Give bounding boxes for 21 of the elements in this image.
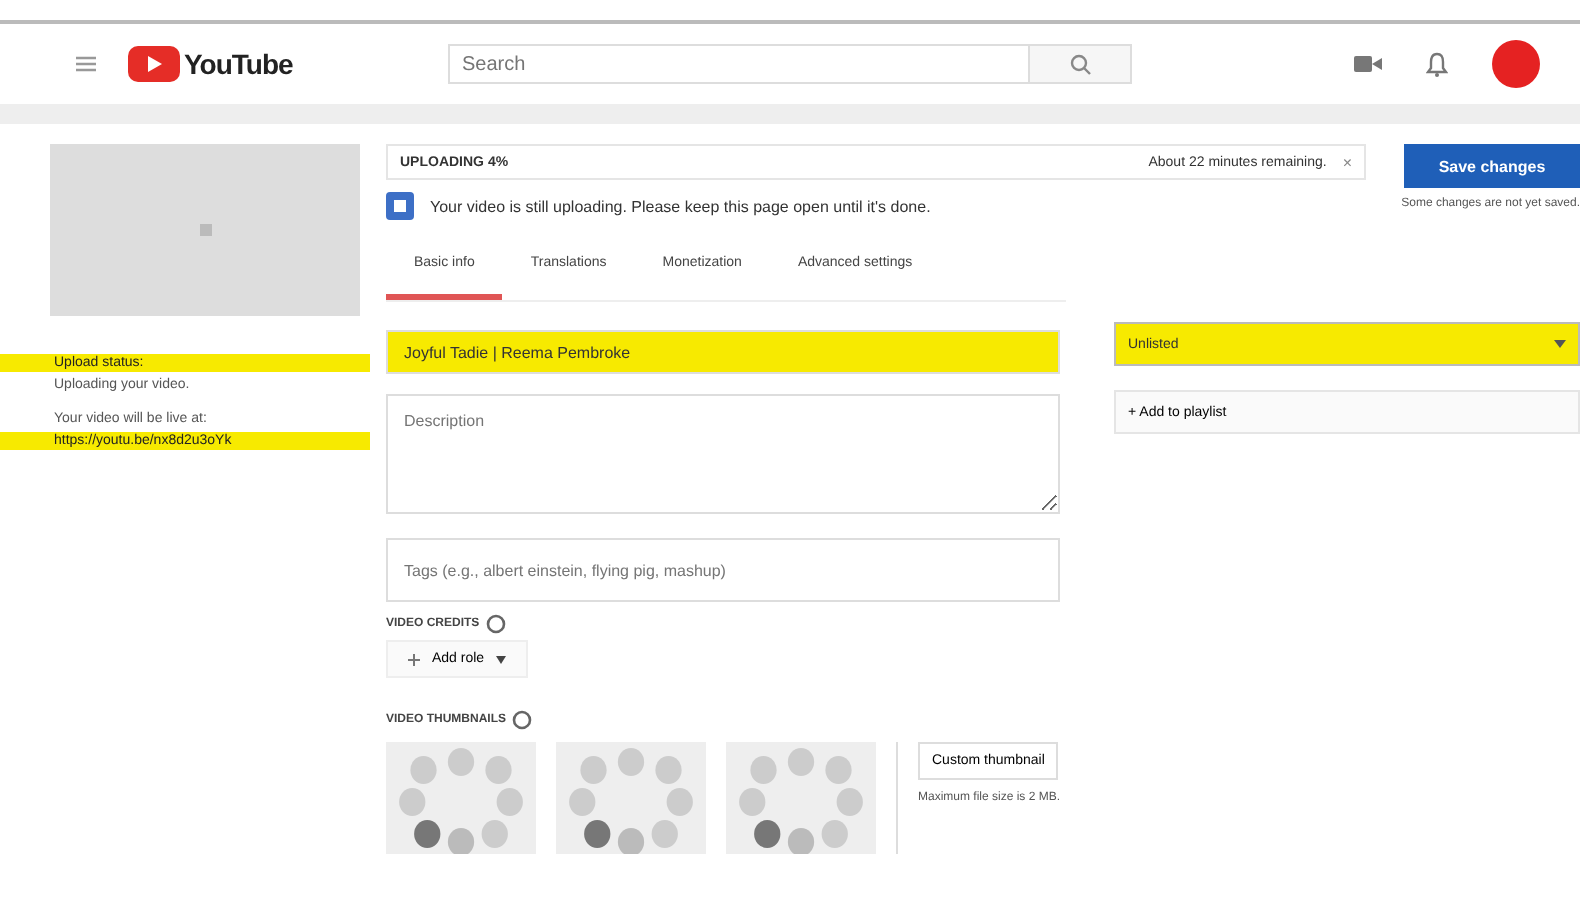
- help-icon[interactable]: [512, 710, 532, 730]
- cancel-upload-button[interactable]: ×: [1342, 153, 1352, 171]
- logo-text: YouTube: [184, 48, 293, 80]
- search-button[interactable]: [1028, 44, 1132, 84]
- upload-status-icon: [386, 192, 414, 220]
- avatar[interactable]: [1492, 40, 1540, 88]
- upload-message: Your video is still uploading. Please keep this page open until it's done.: [430, 197, 931, 215]
- search-icon: [1069, 53, 1091, 75]
- tags-field[interactable]: Tags (e.g., albert einstein, flying pig, mashup): [386, 538, 1060, 602]
- save-changes-button[interactable]: Save changes: [1404, 144, 1580, 188]
- bell-icon[interactable]: [1426, 51, 1448, 77]
- caret-icon: [496, 655, 507, 663]
- title-field[interactable]: Joyful Tadie | Reema Pembroke: [386, 330, 1060, 374]
- caret-icon: [1554, 340, 1566, 348]
- plus-icon: [408, 653, 420, 665]
- play-logo-icon: [128, 46, 180, 82]
- video-camera-icon[interactable]: [1354, 54, 1382, 74]
- menu-icon[interactable]: [76, 56, 96, 72]
- description-field[interactable]: Description: [386, 394, 1060, 514]
- help-icon[interactable]: [485, 614, 506, 634]
- search-field[interactable]: Search: [448, 44, 1028, 84]
